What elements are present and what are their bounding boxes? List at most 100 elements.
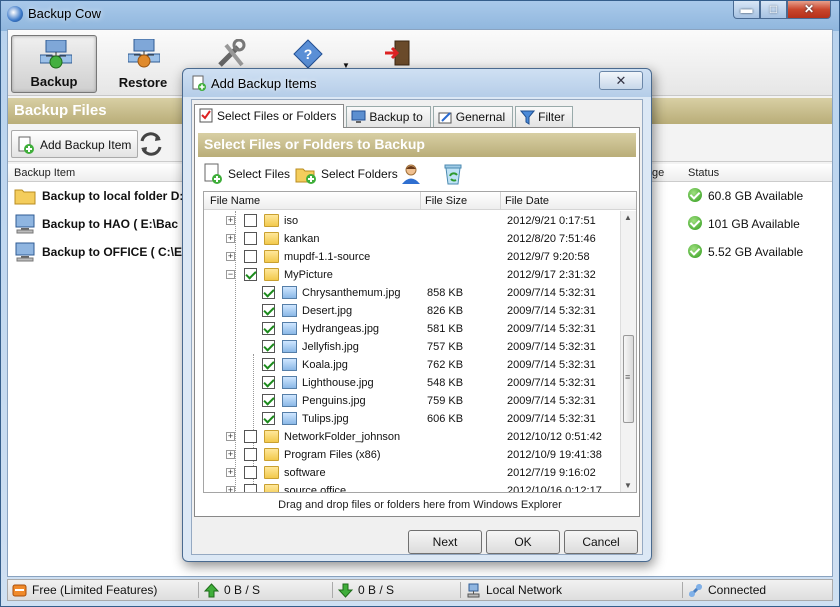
row-checkbox[interactable] bbox=[244, 484, 257, 492]
row-checkbox[interactable] bbox=[262, 304, 275, 317]
image-file-icon bbox=[282, 394, 297, 407]
add-document-icon bbox=[192, 75, 206, 91]
row-checkbox[interactable] bbox=[262, 340, 275, 353]
backup-button[interactable]: Backup bbox=[11, 35, 97, 93]
folder-icon bbox=[264, 232, 279, 245]
network-type: Local Network bbox=[466, 583, 562, 598]
tree-row[interactable]: Jellyfish.jpg 757 KB 2009/7/14 5:32:31 bbox=[204, 338, 620, 356]
restore-button[interactable]: Restore bbox=[100, 35, 186, 93]
tree-row[interactable]: + mupdf-1.1-source 2012/9/7 9:20:58 bbox=[204, 248, 620, 266]
dialog-body: Select Files or Folders Backup to Genern… bbox=[191, 99, 643, 555]
folder-icon bbox=[264, 484, 279, 492]
tab-backup-to[interactable]: Backup to bbox=[346, 106, 431, 128]
funnel-icon bbox=[520, 110, 536, 125]
tree-row[interactable]: Tulips.jpg 606 KB 2009/7/14 5:32:31 bbox=[204, 410, 620, 428]
scroll-down-icon[interactable]: ▼ bbox=[624, 481, 632, 490]
ok-button[interactable]: OK bbox=[486, 530, 560, 554]
refresh-icon[interactable] bbox=[136, 130, 166, 158]
file-tree-scrollbar[interactable]: ▲ ▼ bbox=[620, 211, 636, 492]
folder-icon bbox=[264, 430, 279, 443]
image-file-icon bbox=[282, 340, 297, 353]
row-checkbox[interactable] bbox=[244, 448, 257, 461]
backup-item-status: 5.52 GB Available bbox=[688, 244, 803, 259]
row-checkbox[interactable] bbox=[262, 376, 275, 389]
computer-icon bbox=[15, 242, 35, 262]
computer-icon bbox=[15, 214, 35, 234]
row-checkbox[interactable] bbox=[262, 286, 275, 299]
tree-row[interactable]: + software 2012/7/19 9:16:02 bbox=[204, 464, 620, 482]
tree-row[interactable]: + iso 2012/9/21 0:17:51 bbox=[204, 212, 620, 230]
row-checkbox[interactable] bbox=[262, 358, 275, 371]
tree-row[interactable]: Desert.jpg 826 KB 2009/7/14 5:32:31 bbox=[204, 302, 620, 320]
tree-row[interactable]: Penguins.jpg 759 KB 2009/7/14 5:32:31 bbox=[204, 392, 620, 410]
backup-icon bbox=[40, 40, 72, 69]
row-checkbox[interactable] bbox=[244, 430, 257, 443]
tree-row[interactable]: + Program Files (x86) 2012/10/9 19:41:38 bbox=[204, 446, 620, 464]
user-icon[interactable] bbox=[400, 163, 422, 185]
tab-filter[interactable]: Filter bbox=[515, 106, 573, 128]
scroll-up-icon[interactable]: ▲ bbox=[624, 213, 632, 222]
select-folders-button[interactable]: Select Folders bbox=[295, 163, 398, 185]
tab-select-files-or-folders[interactable]: Select Files or Folders bbox=[194, 104, 345, 128]
row-checkbox[interactable] bbox=[244, 232, 257, 245]
expand-toggle-icon[interactable]: + bbox=[226, 234, 235, 243]
upload-arrow-icon bbox=[204, 583, 219, 598]
tree-row[interactable]: Chrysanthemum.jpg 858 KB 2009/7/14 5:32:… bbox=[204, 284, 620, 302]
row-checkbox[interactable] bbox=[244, 214, 257, 227]
recycle-bin-icon[interactable] bbox=[442, 163, 464, 185]
tab-general[interactable]: Genernal bbox=[432, 106, 514, 128]
cancel-button[interactable]: Cancel bbox=[564, 530, 638, 554]
ok-check-icon bbox=[688, 188, 702, 202]
app-logo-icon bbox=[7, 6, 23, 22]
minimize-button[interactable]: ▬ bbox=[733, 1, 760, 19]
column-file-size[interactable]: File Size bbox=[425, 195, 467, 207]
tree-row[interactable]: Lighthouse.jpg 548 KB 2009/7/14 5:32:31 bbox=[204, 374, 620, 392]
expand-toggle-icon[interactable]: + bbox=[226, 486, 235, 492]
column-partial[interactable]: ge bbox=[652, 167, 664, 179]
column-backup-item[interactable]: Backup Item bbox=[14, 167, 75, 179]
panel-header: Select Files or Folders to Backup bbox=[198, 133, 636, 157]
next-button[interactable]: Next bbox=[408, 530, 482, 554]
tree-row[interactable]: Hydrangeas.jpg 581 KB 2009/7/14 5:32:31 bbox=[204, 320, 620, 338]
expand-toggle-icon[interactable]: + bbox=[226, 252, 235, 261]
backup-item-name: Backup to OFFICE ( C:\E bbox=[42, 245, 183, 259]
edit-pencil-icon bbox=[438, 112, 452, 124]
tree-row[interactable]: + NetworkFolder_johnson 2012/10/12 0:51:… bbox=[204, 428, 620, 446]
column-file-name[interactable]: File Name bbox=[210, 195, 260, 207]
add-backup-item-button[interactable]: Add Backup Item bbox=[11, 130, 139, 158]
expand-toggle-icon[interactable]: + bbox=[226, 468, 235, 477]
backup-item-status: 101 GB Available bbox=[688, 216, 800, 231]
row-checkbox[interactable] bbox=[262, 394, 275, 407]
select-files-button[interactable]: Select Files bbox=[202, 163, 290, 185]
expand-toggle-icon[interactable]: + bbox=[226, 432, 235, 441]
download-speed: 0 B / S bbox=[338, 583, 394, 598]
close-button[interactable]: ✕ bbox=[787, 1, 831, 19]
row-checkbox[interactable] bbox=[262, 322, 275, 335]
panel-title: Select Files or Folders to Backup bbox=[204, 136, 425, 152]
download-arrow-icon bbox=[338, 583, 353, 598]
scrollbar-thumb[interactable] bbox=[623, 335, 634, 423]
expand-toggle-icon[interactable]: + bbox=[226, 450, 235, 459]
tree-row[interactable]: + kankan 2012/8/20 7:51:46 bbox=[204, 230, 620, 248]
column-file-date[interactable]: File Date bbox=[505, 195, 549, 207]
row-checkbox[interactable] bbox=[244, 466, 257, 479]
folder-icon bbox=[264, 214, 279, 227]
column-status[interactable]: Status bbox=[688, 167, 719, 179]
expand-toggle-icon[interactable]: + bbox=[226, 216, 235, 225]
monitor-icon bbox=[351, 110, 366, 123]
tree-row[interactable]: + source.office 2012/10/16 0:12:17 bbox=[204, 482, 620, 492]
dialog-close-button[interactable]: ✕ bbox=[599, 71, 643, 90]
maximize-button[interactable]: □ bbox=[760, 1, 787, 19]
row-checkbox[interactable] bbox=[244, 250, 257, 263]
row-checkbox[interactable] bbox=[262, 412, 275, 425]
folder-icon bbox=[264, 448, 279, 461]
row-checkbox[interactable] bbox=[244, 268, 257, 281]
exit-icon bbox=[385, 40, 410, 66]
status-bar: Free (Limited Features) 0 B / S 0 B / S … bbox=[7, 579, 833, 601]
tree-row[interactable]: Koala.jpg 762 KB 2009/7/14 5:32:31 bbox=[204, 356, 620, 374]
collapse-toggle-icon[interactable]: − bbox=[226, 270, 235, 279]
backup-label: Backup bbox=[30, 74, 78, 89]
tree-row[interactable]: − MyPicture 2012/9/17 2:31:32 bbox=[204, 266, 620, 284]
ok-check-icon bbox=[688, 244, 702, 258]
ok-check-icon bbox=[688, 216, 702, 230]
